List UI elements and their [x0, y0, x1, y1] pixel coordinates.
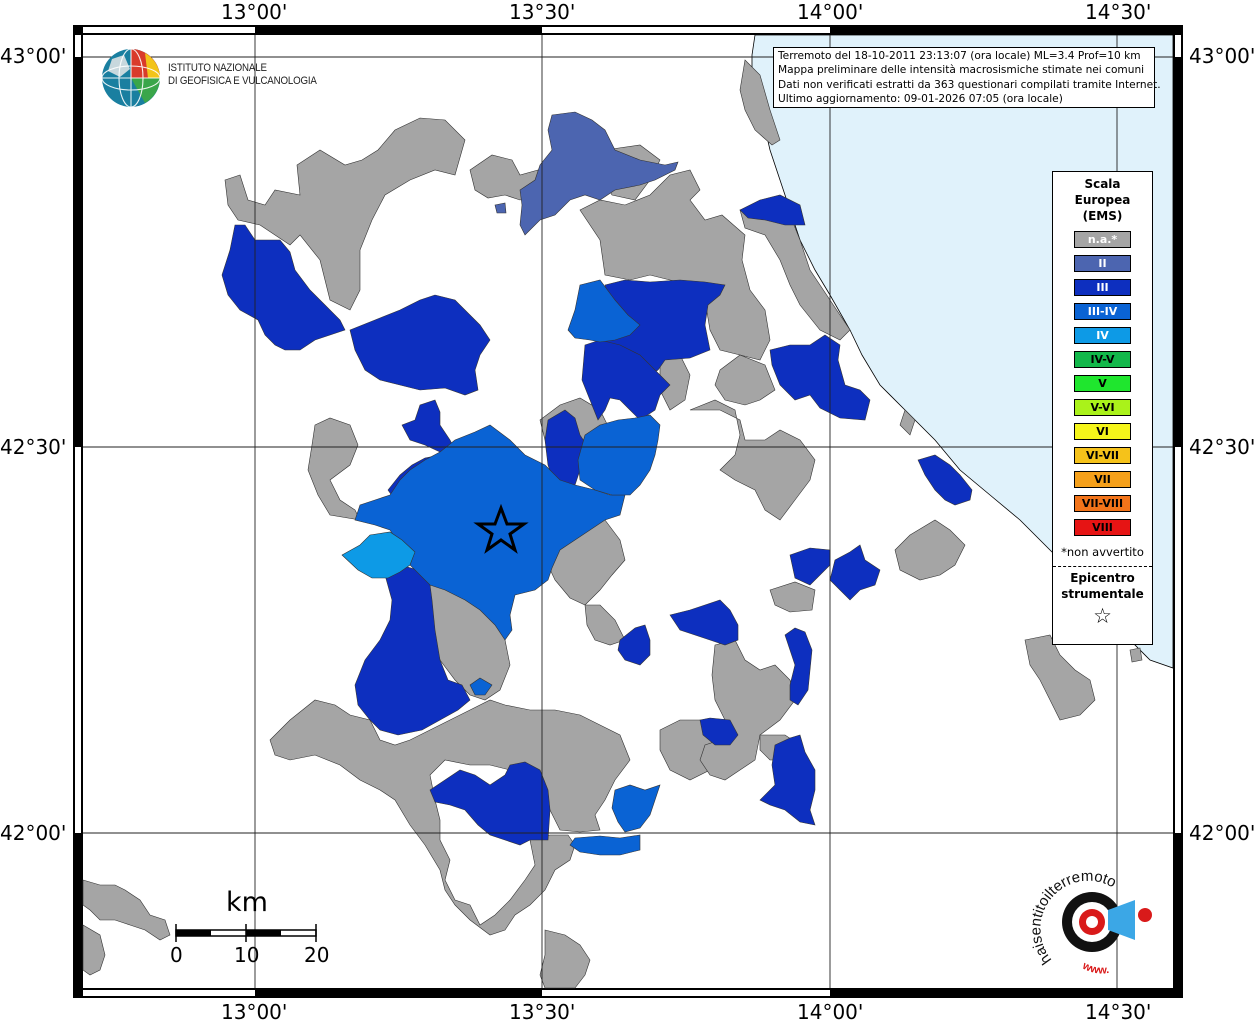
lat-label-left-4300: 43°00': [0, 44, 67, 68]
legend-swatch-5: IV-V: [1074, 351, 1131, 368]
legend-title-line2: Europea: [1074, 193, 1131, 207]
lat-label-right-4200: 42°00': [1189, 821, 1255, 845]
ingv-name-line1: ISTITUTO NAZIONALE: [168, 62, 267, 74]
hsit-logo-www: www.: [1080, 960, 1110, 977]
lon-label-top-1430: 14°30': [1085, 0, 1152, 24]
legend-swatch-4: IV: [1074, 327, 1131, 344]
scale-bar-unit: km: [226, 887, 268, 918]
legend-epicenter-title: Epicentro strumentale: [1053, 570, 1152, 602]
legend-title: Scala Europea (EMS): [1053, 176, 1152, 224]
legend-swatch-1: II: [1074, 255, 1131, 272]
legend-divider: [1053, 566, 1152, 567]
legend-title-line1: Scala: [1084, 177, 1121, 191]
legend-swatch-2: III: [1074, 279, 1131, 296]
legend-epicenter-line1: Epicentro: [1070, 571, 1135, 585]
lon-label-bottom-1300: 13°00': [221, 1000, 288, 1024]
lon-label-top-1330: 13°30': [509, 0, 576, 24]
ingv-name-line2: DI GEOFISICA E VULCANOLOGIA: [168, 74, 317, 87]
legend-swatches: n.a.* II III III-IV IV IV-V V V-VI VI VI-VII VII VI…: [1053, 231, 1152, 536]
legend-note: *non avvertito: [1061, 545, 1144, 559]
lon-label-top-1400: 14°00': [797, 0, 864, 24]
legend-swatch-11: VII-VIII: [1074, 495, 1131, 512]
legend-swatch-10: VII: [1074, 471, 1131, 488]
event-info-line4: Ultimo aggiornamento: 09-01-2026 07:05 (…: [778, 92, 1063, 105]
legend-epicenter-line2: strumentale: [1061, 587, 1144, 601]
lon-label-top-1300: 13°00': [221, 0, 288, 24]
lon-label-bottom-1400: 14°00': [797, 1000, 864, 1024]
lat-label-left-4230: 42°30': [0, 435, 67, 459]
event-info-box: Terremoto del 18-10-2011 23:13:07 (ora l…: [773, 47, 1161, 108]
scale-bar-tick-20: 20: [304, 943, 330, 967]
legend-swatch-7: V-VI: [1074, 399, 1131, 416]
lat-label-right-4300: 43°00': [1189, 44, 1255, 68]
legend-swatch-3: III-IV: [1074, 303, 1131, 320]
scale-bar-tick-10: 10: [234, 943, 260, 967]
ingv-globe-logo: [101, 48, 161, 108]
lat-label-left-4200: 42°00': [0, 821, 67, 845]
legend-swatch-12: VIII: [1074, 519, 1131, 536]
legend-swatch-8: VI: [1074, 423, 1131, 440]
legend-swatch-0: n.a.*: [1074, 231, 1131, 248]
event-info-line1: Terremoto del 18-10-2011 23:13:07 (ora l…: [778, 50, 1141, 62]
svg-text:www.: www.: [1080, 960, 1110, 977]
legend-title-line3: (EMS): [1082, 209, 1123, 223]
scale-bar-tick-0: 0: [170, 943, 183, 967]
lon-label-bottom-1430: 14°30': [1085, 1000, 1152, 1024]
ems-legend: Scala Europea (EMS) n.a.* II III III-IV IV IV…: [1052, 171, 1153, 645]
lat-label-right-4230: 42°30': [1189, 435, 1255, 459]
legend-swatch-6: V: [1074, 375, 1131, 392]
ingv-name: ISTITUTO NAZIONALE DI GEOFISICA E VULCAN…: [168, 62, 317, 87]
event-info-line3: Dati non verificati estratti da 363 ques…: [778, 78, 1161, 91]
lon-label-bottom-1330: 13°30': [509, 1000, 576, 1024]
legend-epicenter-star-icon: ☆: [1093, 604, 1112, 628]
legend-swatch-9: VI-VII: [1074, 447, 1131, 464]
hsit-logo: haisentitoilterremoto www.: [1030, 868, 1152, 977]
event-info-line2: Mappa preliminare delle intensità macros…: [778, 64, 1145, 77]
